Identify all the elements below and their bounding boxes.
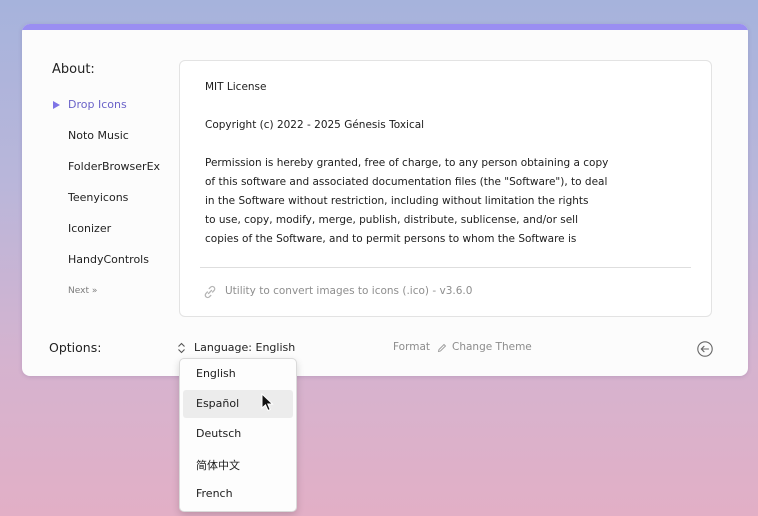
sidebar-item-handycontrols[interactable]: HandyControls	[68, 253, 149, 266]
license-line: Copyright (c) 2022 - 2025 Génesis Toxica…	[205, 119, 425, 131]
option-label: French	[196, 487, 233, 500]
updown-icon	[178, 342, 185, 354]
sidebar-item-teenyicons[interactable]: Teenyicons	[68, 191, 128, 204]
change-theme-link[interactable]: Change Theme	[452, 341, 532, 353]
language-option-espanol[interactable]: Español	[183, 390, 293, 418]
license-line: MIT License	[205, 81, 267, 93]
format-link[interactable]: Format	[393, 341, 430, 353]
language-dropdown: English Español Deutsch 简体中文 French	[179, 358, 297, 512]
next-link[interactable]: Next »	[68, 286, 97, 296]
option-label: Deutsch	[196, 427, 242, 440]
language-option-deutsch[interactable]: Deutsch	[183, 420, 293, 448]
back-arrow-icon[interactable]	[696, 340, 714, 358]
language-option-french[interactable]: French	[183, 480, 293, 508]
sidebar-item-iconizer[interactable]: Iconizer	[68, 222, 111, 235]
license-blank-line	[205, 97, 705, 116]
pencil-icon	[437, 343, 447, 353]
about-card: About: Drop Icons Noto Music FolderBrows…	[22, 24, 748, 376]
license-blank-line	[205, 135, 705, 154]
options-label: Options:	[49, 340, 102, 355]
language-option-chinese-simplified[interactable]: 简体中文	[183, 450, 293, 478]
license-line: copies of the Software, and to permit pe…	[205, 233, 577, 245]
license-line: to use, copy, modify, merge, publish, di…	[205, 214, 578, 226]
sidebar-item-drop-icons[interactable]: Drop Icons	[68, 98, 127, 111]
mouse-cursor-icon	[261, 393, 274, 412]
card-accent-bar	[22, 24, 748, 30]
option-label: 简体中文	[196, 459, 240, 472]
utility-version-text: Utility to convert images to icons (.ico…	[225, 285, 473, 297]
license-text: MIT License Copyright (c) 2022 - 2025 Gé…	[205, 78, 705, 249]
option-label: Español	[196, 397, 240, 410]
link-icon	[204, 285, 216, 299]
license-panel[interactable]: MIT License Copyright (c) 2022 - 2025 Gé…	[179, 60, 712, 317]
language-option-english[interactable]: English	[183, 360, 293, 388]
about-label: About:	[52, 62, 95, 77]
sidebar-item-noto-music[interactable]: Noto Music	[68, 129, 129, 142]
sidebar-item-folderbrowserex[interactable]: FolderBrowserEx	[68, 160, 160, 173]
language-select-value: Language: English	[194, 341, 296, 354]
license-divider	[200, 267, 691, 268]
option-label: English	[196, 367, 236, 380]
license-line: of this software and associated document…	[205, 176, 608, 188]
license-line: Permission is hereby granted, free of ch…	[205, 157, 609, 169]
license-line: in the Software without restriction, inc…	[205, 195, 589, 207]
active-item-marker-icon	[53, 101, 60, 109]
